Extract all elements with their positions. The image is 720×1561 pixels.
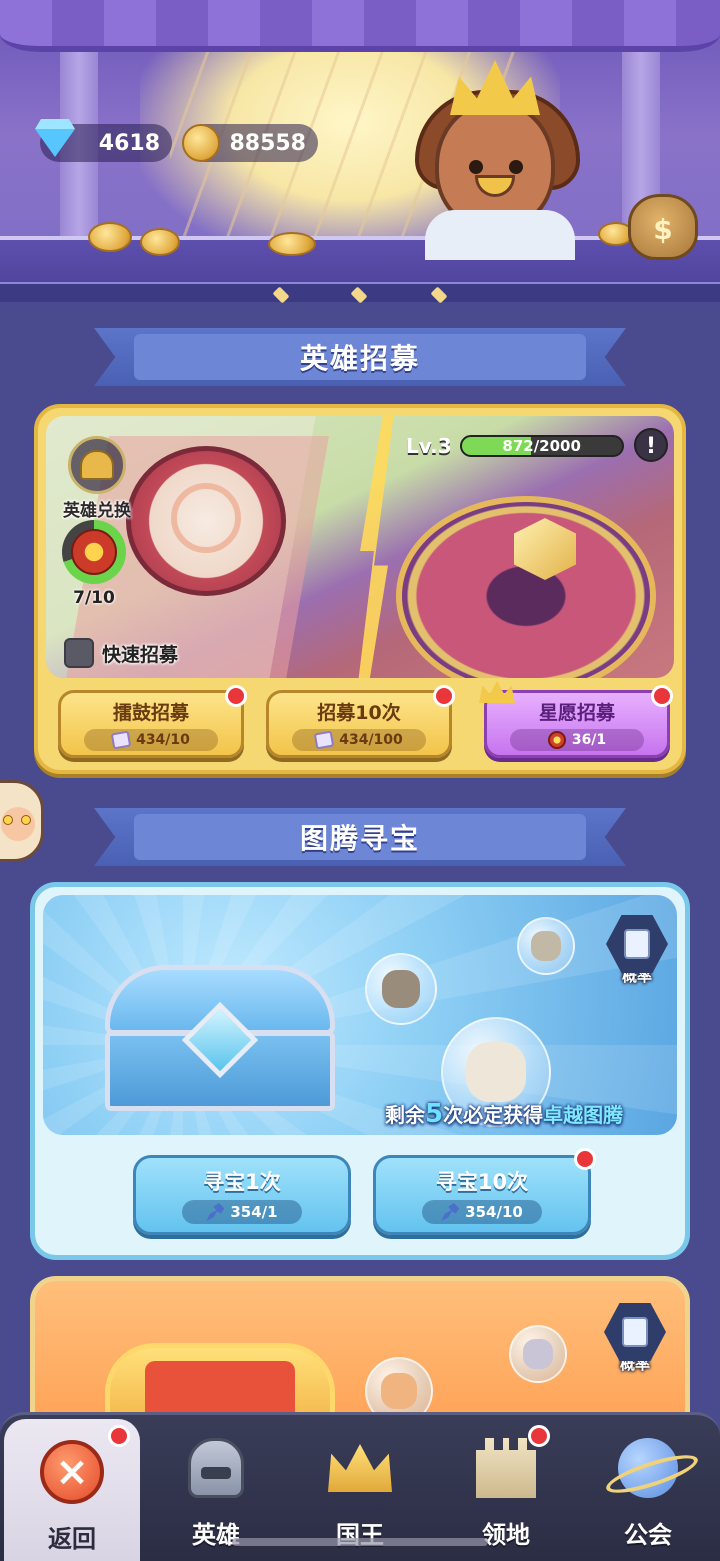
cost-value: 354/10 — [465, 1203, 523, 1221]
star-token-icon — [71, 529, 117, 575]
gem-counter: 4618 — [35, 124, 172, 162]
document-icon — [622, 1317, 648, 1347]
ornament-divider — [0, 282, 720, 304]
probability-button[interactable]: 概率 — [601, 1303, 669, 1379]
coin-pile-icon — [88, 222, 132, 252]
wolf-totem-icon — [509, 1325, 567, 1383]
guarantee-mid: 次必定获得 — [443, 1103, 544, 1127]
gem-count: 4618 — [98, 131, 160, 156]
button-label: 擂鼓招募 — [112, 701, 189, 724]
nav-label: 领地 — [482, 1521, 530, 1549]
quick-recruit-toggle[interactable]: 快速招募 — [64, 638, 178, 668]
star-token-icon — [547, 730, 566, 749]
notification-dot — [108, 1425, 130, 1447]
notification-dot — [433, 685, 455, 707]
guarantee-count: 5 — [425, 1099, 444, 1129]
gold-count: 88558 — [229, 131, 306, 156]
cost-value: 354/1 — [230, 1203, 278, 1221]
cost-pill: 354/10 — [422, 1200, 542, 1224]
section-title: 英雄招募 — [299, 342, 420, 375]
totem-scene: 概率 剩余5次必定获得卓越图腾 — [43, 895, 677, 1135]
crown-icon — [479, 681, 515, 703]
treasure-10x-button[interactable]: 寻宝10次 354/10 — [373, 1148, 596, 1235]
guarantee-text: 剩余5次必定获得卓越图腾 — [385, 1099, 623, 1129]
crown-icon — [328, 1444, 392, 1492]
shop-stage-banner: $ 4618 88558 — [0, 0, 720, 300]
nav-guild[interactable]: 公会 — [576, 1415, 720, 1561]
castle-icon — [476, 1438, 536, 1498]
token-progress-ring — [62, 520, 126, 584]
notification-dot — [225, 685, 247, 707]
level-label: Lv.3 — [406, 434, 452, 458]
recruit-scene: 英雄兑换 7/10 快速招募 Lv.3 872/2000 ! — [46, 416, 674, 678]
gold-counter: 88558 — [182, 124, 318, 162]
cost-pill: 434/10 — [84, 728, 218, 751]
cost-value: 434/100 — [339, 731, 403, 748]
owl-totem-icon — [365, 953, 437, 1025]
exp-text: 872/2000 — [502, 437, 581, 455]
button-label: 寻宝10次 — [435, 1170, 529, 1194]
cost-value: 434/10 — [136, 731, 190, 748]
war-drum[interactable] — [126, 446, 286, 596]
notification-dot — [528, 1425, 550, 1447]
hero-exchange-label: 英雄兑换 — [63, 501, 131, 521]
money-bag-icon: $ — [628, 194, 698, 260]
treasure-1x-button[interactable]: 寻宝1次 354/1 — [133, 1155, 351, 1235]
shovel-icon — [206, 1203, 225, 1221]
diamond-icon — [32, 120, 78, 166]
recruit-token-progress[interactable]: 7/10 — [62, 520, 126, 608]
side-event-avatar[interactable] — [0, 780, 44, 862]
cost-pill: 354/1 — [182, 1200, 302, 1224]
treasure-chest[interactable] — [105, 965, 335, 1125]
guarantee-item: 卓越图腾 — [543, 1103, 624, 1127]
button-label: 寻宝1次 — [203, 1170, 281, 1194]
cost-pill: 434/100 — [292, 728, 426, 751]
totem-treasure-header: 图腾寻宝 — [94, 808, 626, 866]
guarantee-prefix: 剩余 — [385, 1103, 425, 1127]
scroll-icon — [313, 730, 335, 749]
button-label: 招募10次 — [317, 701, 401, 724]
nav-label: 返回 — [48, 1525, 96, 1553]
hero-recruit-header: 英雄招募 — [94, 328, 626, 386]
nav-back[interactable]: × 返回 — [4, 1419, 140, 1561]
probability-button[interactable]: 概率 — [603, 915, 671, 991]
hero-exchange-button[interactable]: 英雄兑换 — [56, 436, 138, 521]
coin-pile-icon — [140, 228, 180, 256]
helmet-icon — [188, 1438, 244, 1498]
coin-pile-icon — [268, 232, 316, 256]
document-icon — [624, 929, 650, 959]
scroll-icon — [110, 730, 132, 749]
recruit-10x-button[interactable]: 招募10次 434/100 — [266, 685, 455, 758]
quick-recruit-label: 快速招募 — [102, 643, 179, 666]
exp-track: 872/2000 — [459, 435, 624, 457]
token-progress-count: 7/10 — [73, 588, 115, 608]
nav-label: 公会 — [624, 1521, 672, 1549]
gold-coin-icon — [178, 120, 224, 166]
wish-level-bar: Lv.3 872/2000 — [406, 430, 624, 462]
quick-recruit-checkbox[interactable] — [64, 638, 94, 668]
star-wish-recruit-button[interactable]: 星愿招募 36/1 — [479, 681, 673, 758]
close-icon: × — [40, 1440, 104, 1504]
cost-pill: 36/1 — [510, 728, 644, 751]
button-label: 星愿招募 — [538, 701, 615, 724]
notification-dot — [574, 1148, 596, 1170]
notification-dot — [651, 685, 673, 707]
info-button[interactable]: ! — [634, 428, 668, 462]
totem-treasure-card: 概率 剩余5次必定获得卓越图腾 寻宝1次 354/1 寻宝10次 354/10 — [30, 882, 690, 1260]
cost-value: 36/1 — [571, 731, 607, 748]
tiger-totem-icon — [517, 917, 575, 975]
curtain — [0, 0, 720, 52]
section-title: 图腾寻宝 — [299, 822, 420, 855]
helmet-icon — [68, 436, 126, 494]
king-character — [405, 60, 590, 260]
drum-recruit-button[interactable]: 擂鼓招募 434/10 — [58, 685, 247, 758]
shovel-icon — [441, 1203, 460, 1221]
hero-recruit-card: 英雄兑换 7/10 快速招募 Lv.3 872/2000 ! 擂鼓招募 434/… — [34, 404, 686, 774]
planet-icon — [618, 1438, 678, 1498]
home-indicator[interactable] — [232, 1538, 488, 1546]
